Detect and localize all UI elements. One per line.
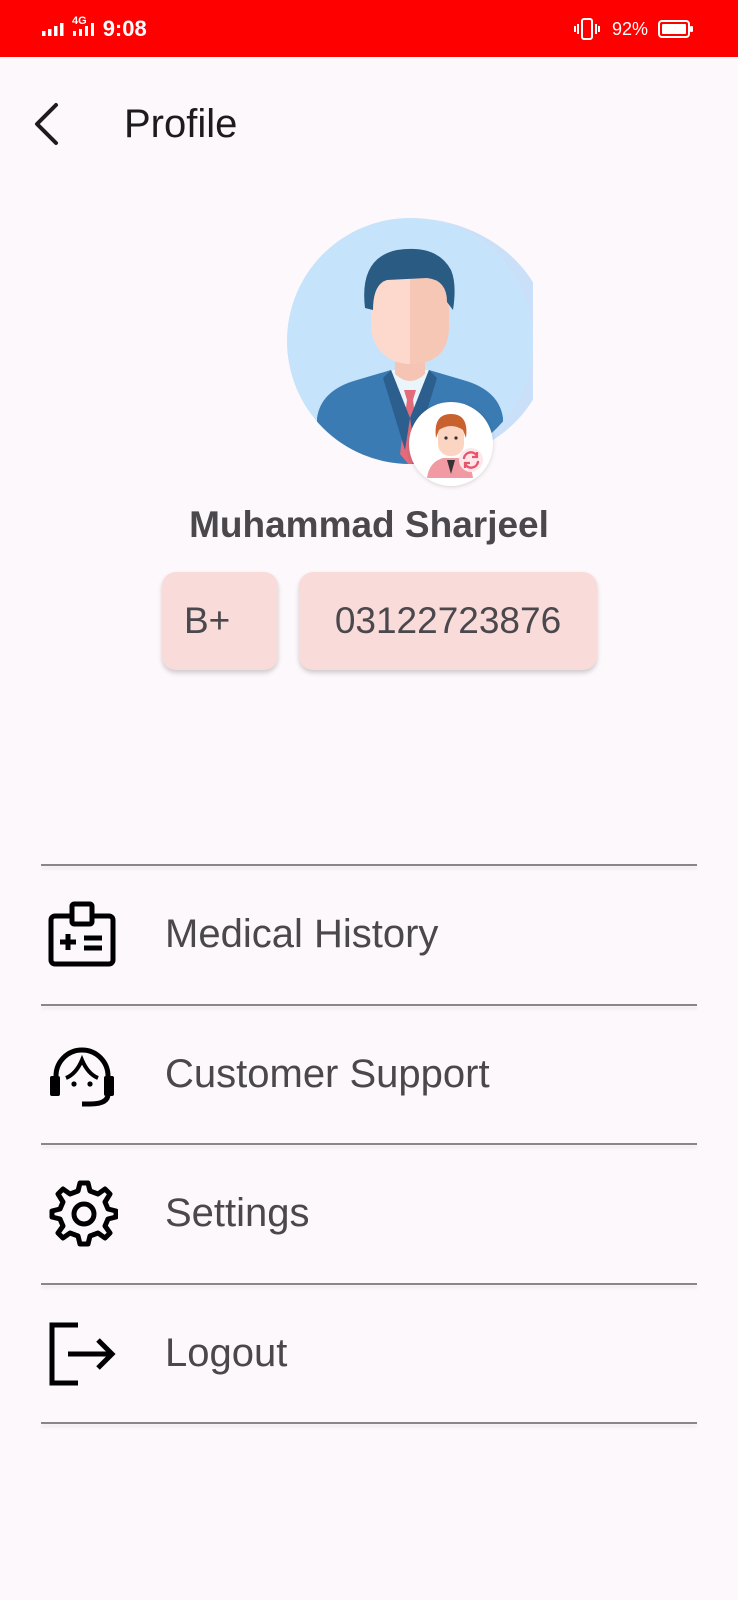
status-right: 92% — [573, 14, 694, 44]
back-button[interactable] — [26, 100, 66, 148]
blood-group-value: B+ — [184, 600, 231, 641]
battery-percent: 92% — [611, 18, 648, 39]
menu-item-settings[interactable]: Settings — [41, 1145, 697, 1281]
logout-icon — [46, 1317, 118, 1389]
phone-value: 03122723876 — [334, 600, 562, 641]
page-title: Profile — [124, 102, 238, 146]
status-left: 4G 9:08 — [42, 14, 147, 44]
menu-label-medical-history: Medical History — [165, 912, 439, 956]
menu-label-logout: Logout — [165, 1331, 288, 1375]
medical-id-icon — [46, 898, 118, 970]
blood-group-chip: B+ — [162, 572, 278, 670]
headset-icon — [46, 1038, 118, 1110]
menu-item-medical-history[interactable]: Medical History — [41, 866, 697, 1002]
menu-item-logout[interactable]: Logout — [41, 1285, 697, 1421]
vibrate-icon — [573, 18, 600, 40]
chevron-left-icon — [35, 103, 58, 145]
battery-icon — [658, 20, 693, 38]
user-name: Muhammad Sharjeel — [189, 504, 549, 545]
clock: 9:08 — [102, 16, 147, 41]
menu-divider — [41, 1422, 697, 1424]
status-bar: 4G 9:08 92% — [0, 0, 738, 57]
menu-label-settings: Settings — [165, 1191, 310, 1235]
menu-item-customer-support[interactable]: Customer Support — [41, 1006, 697, 1142]
menu-label-customer-support: Customer Support — [165, 1052, 490, 1096]
gear-icon — [46, 1177, 118, 1249]
phone-chip: 03122723876 — [299, 572, 597, 670]
network-type-label: 4G — [72, 15, 87, 27]
signal-icon — [42, 23, 64, 36]
change-avatar-icon — [427, 414, 483, 478]
change-avatar-button[interactable] — [409, 402, 493, 486]
